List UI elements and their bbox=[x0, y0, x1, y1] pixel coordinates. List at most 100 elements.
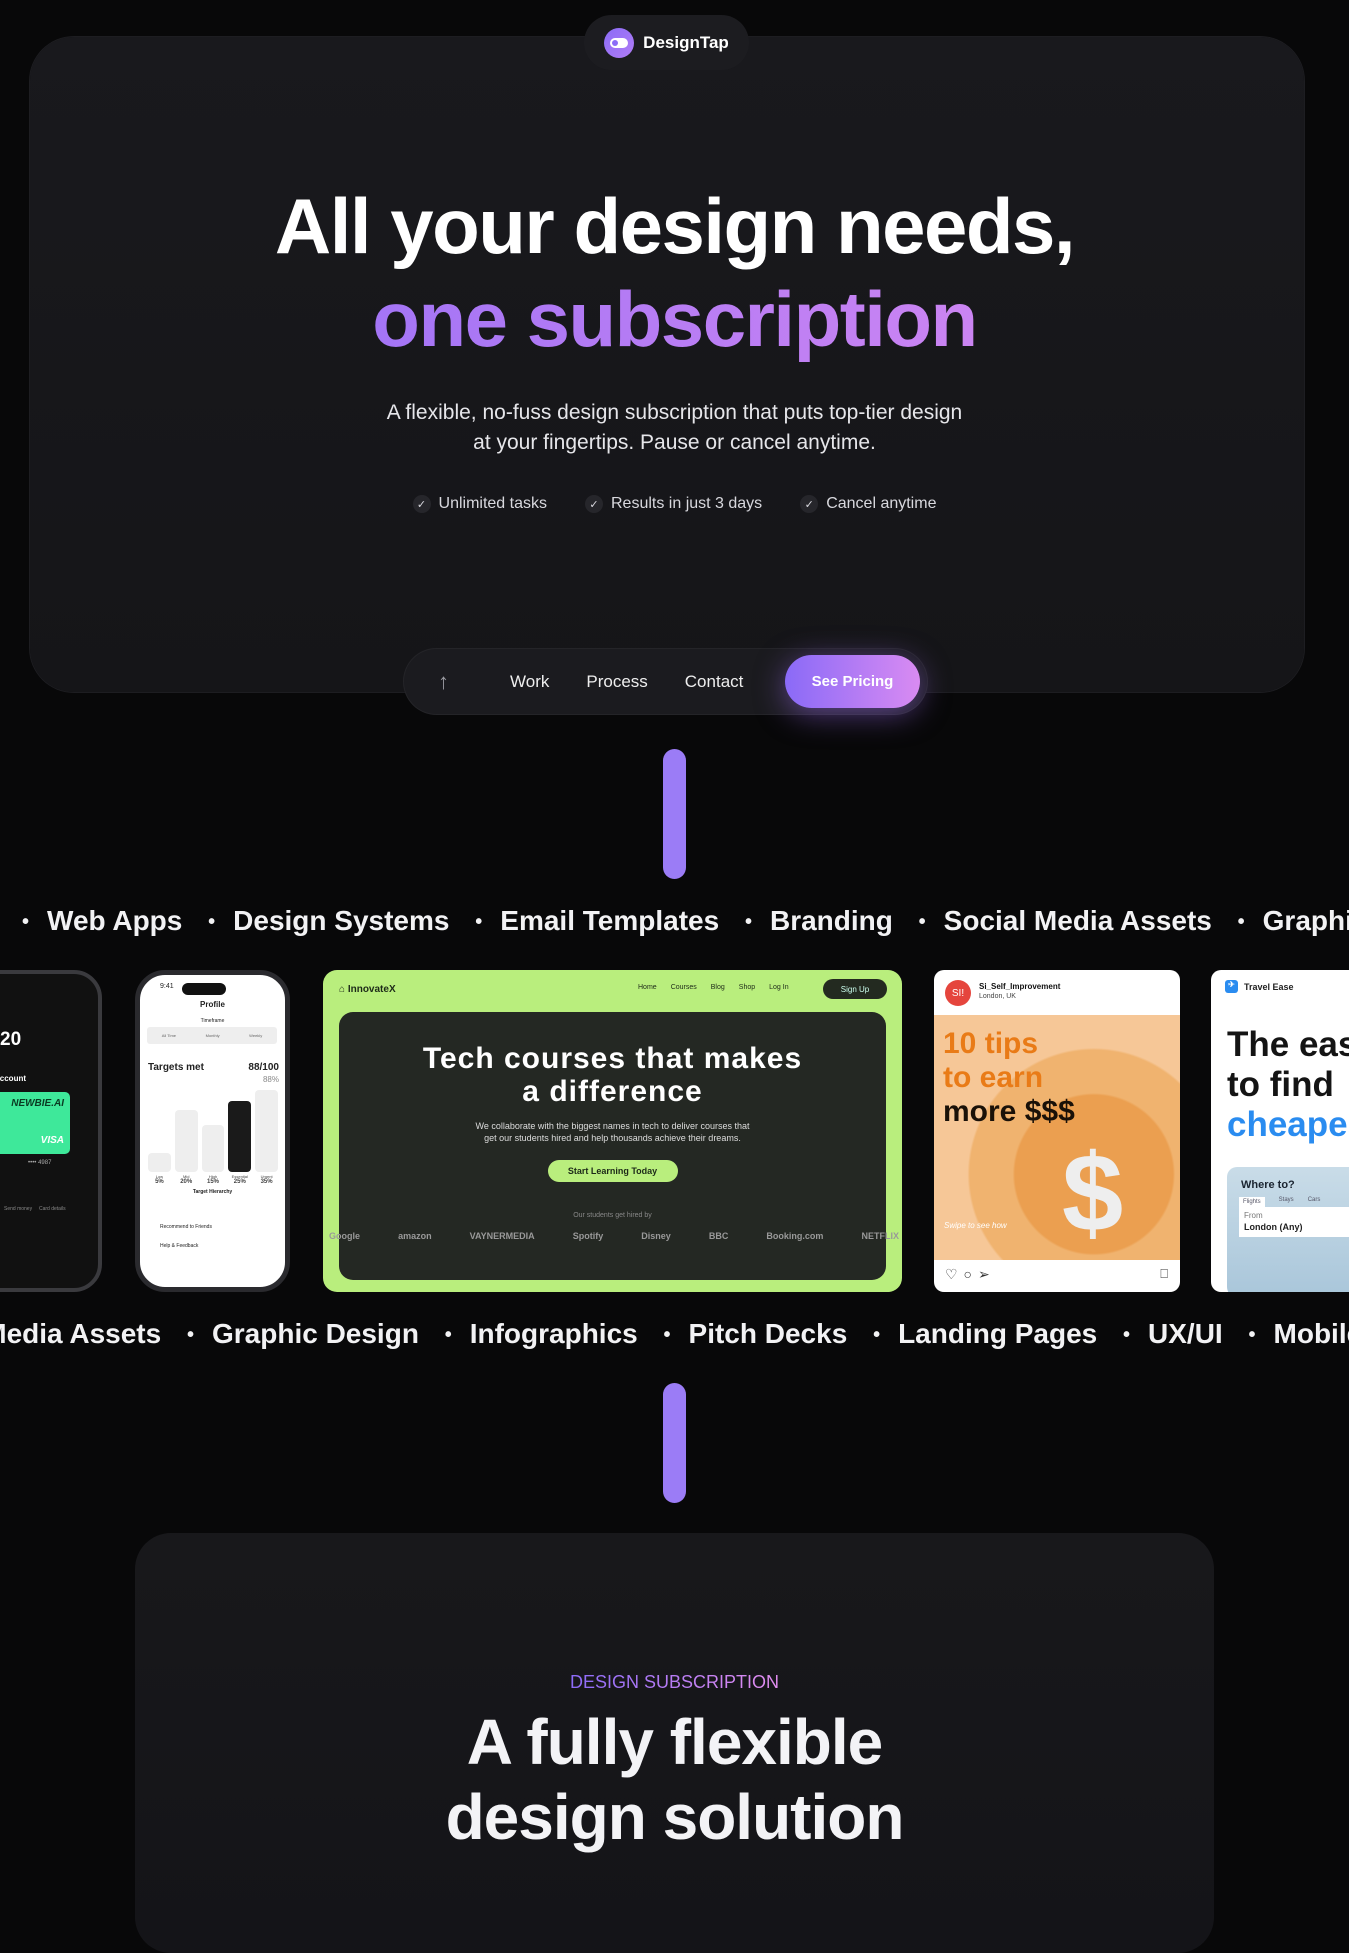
tab[interactable]: Cars bbox=[1308, 1197, 1321, 1207]
hero-title-line2: one subscription bbox=[0, 273, 1349, 365]
hired-label: Our students get hired by bbox=[573, 1212, 652, 1219]
swipe-hint: Swipe to see how bbox=[944, 1221, 1007, 1230]
tab[interactable]: Monthly bbox=[206, 1033, 220, 1038]
divider-bar bbox=[663, 749, 686, 879]
bar-value: 35% bbox=[260, 1179, 273, 1185]
partner-logo: VAYNERMEDIA bbox=[469, 1231, 535, 1241]
credit-card: NEWBIE.AI VISA bbox=[0, 1092, 70, 1154]
showcase-phone-profile: 9:41 Profile Timeframe All Time Monthly We… bbox=[135, 970, 290, 1292]
chart-bar-group: Mid 20% bbox=[174, 1090, 198, 1185]
location: London, UK bbox=[979, 993, 1016, 1000]
help-link[interactable]: Help & Feedback bbox=[160, 1243, 198, 1249]
showcase-website: ⌂ InnovateX Home Courses Blog Shop Log In Si… bbox=[323, 970, 902, 1292]
metric-score: 88/100 bbox=[248, 1062, 279, 1073]
from-value: London (Any) bbox=[1244, 1222, 1303, 1232]
section-title-line: A fully flexible bbox=[466, 1706, 884, 1778]
travel-line: The easiest way bbox=[1227, 1025, 1349, 1064]
nav-contact[interactable]: Contact bbox=[685, 672, 744, 692]
from-field[interactable]: From London (Any) bbox=[1239, 1207, 1349, 1237]
tab[interactable]: Weekly bbox=[249, 1033, 262, 1038]
section-kicker: DESIGN SUBSCRIPTION bbox=[0, 1672, 1349, 1693]
recommend-link[interactable]: Recommend to Friends bbox=[160, 1224, 212, 1230]
web-menu: Home Courses Blog Shop Log In bbox=[638, 984, 789, 991]
see-pricing-button[interactable]: See Pricing bbox=[785, 655, 920, 708]
travel-brand-name: Travel Ease bbox=[1244, 981, 1294, 992]
marquee-item: Pitch Decks bbox=[688, 1318, 848, 1349]
username: Si_Self_Improvement bbox=[979, 982, 1061, 991]
travel-line: to find bbox=[1227, 1065, 1334, 1104]
travel-brand: ✈ Travel Ease bbox=[1225, 980, 1294, 993]
travel-tabs: Flights Stays Cars bbox=[1239, 1197, 1349, 1207]
web-menu-item[interactable]: Home bbox=[638, 984, 657, 991]
marquee-item: Web Apps bbox=[47, 905, 183, 936]
travel-line: cheapest bbox=[1227, 1105, 1349, 1144]
bookmark-icon[interactable]: ⎕ bbox=[1160, 1266, 1168, 1282]
tab[interactable]: Flights bbox=[1239, 1197, 1265, 1207]
card-details[interactable]: Card details bbox=[39, 1206, 66, 1212]
chart-bar bbox=[201, 1124, 225, 1172]
chart-bar-group: Urgent 35% bbox=[255, 1090, 278, 1185]
post-actions[interactable]: ♡○➢ bbox=[945, 1266, 996, 1283]
partner-logo: NETFLIX bbox=[861, 1231, 900, 1241]
web-menu-item[interactable]: Courses bbox=[671, 984, 697, 991]
send-money[interactable]: Send money bbox=[4, 1206, 32, 1212]
feature-label: Unlimited tasks bbox=[438, 495, 547, 512]
web-brand-name: InnovateX bbox=[347, 984, 396, 995]
where-label: Where to? bbox=[1241, 1179, 1295, 1191]
chart-bar-label: Essential 25% bbox=[232, 1174, 248, 1185]
subtitle-line: A flexible, no-fuss design subscription … bbox=[386, 401, 963, 424]
chart-bar bbox=[228, 1100, 252, 1172]
nav-process[interactable]: Process bbox=[586, 672, 647, 692]
section-title: A fully flexible design solution bbox=[0, 1705, 1349, 1855]
dollar-icon: $ bbox=[1062, 1132, 1124, 1255]
dynamic-island bbox=[182, 983, 226, 995]
services-marquee-top: • Web Apps • Design Systems • Email Templat… bbox=[0, 905, 1349, 937]
check-icon: ✓ bbox=[800, 495, 819, 513]
partner-logo: Spotify bbox=[572, 1231, 604, 1241]
web-menu-item[interactable]: Shop bbox=[739, 984, 755, 991]
card-name: NEWBIE.AI bbox=[11, 1098, 64, 1109]
chart-bar-group: Essential 25% bbox=[228, 1090, 252, 1185]
chart-bar-label: Mid 20% bbox=[180, 1174, 192, 1185]
account-label: Account bbox=[0, 1074, 26, 1083]
tab[interactable]: Stays bbox=[1279, 1197, 1294, 1207]
tab[interactable]: All Time bbox=[162, 1033, 176, 1038]
chart-bar bbox=[148, 1153, 171, 1172]
bar-value: 5% bbox=[155, 1179, 164, 1185]
screen-title: Profile bbox=[200, 1000, 225, 1009]
web-menu-item[interactable]: Log In bbox=[769, 984, 788, 991]
post-line: more $$$ bbox=[943, 1095, 1075, 1128]
nav-work[interactable]: Work bbox=[510, 672, 549, 692]
bar-value: 20% bbox=[180, 1179, 193, 1185]
marquee-item: Mobile Apps bbox=[1273, 1318, 1349, 1349]
timeframe-tabs[interactable]: All Time Monthly Weekly bbox=[147, 1027, 277, 1044]
arrow-up-icon[interactable]: ↑ bbox=[438, 669, 462, 695]
post-line: 10 tips bbox=[943, 1027, 1039, 1060]
travel-headline: The easiest wayto findcheapest bbox=[1227, 1025, 1349, 1145]
marquee-item: Email Templates bbox=[500, 905, 720, 936]
partner-logo: Google bbox=[329, 1231, 360, 1241]
marquee-item: Design Systems bbox=[233, 905, 450, 936]
feature-item: ✓ Unlimited tasks bbox=[412, 495, 547, 513]
feature-label: Results in just 3 days bbox=[611, 495, 763, 512]
marquee-item: Branding bbox=[769, 905, 893, 936]
marquee-item: Social Media Assets bbox=[0, 1318, 162, 1349]
web-signup-button[interactable]: Sign Up bbox=[823, 979, 887, 999]
chart-bar bbox=[255, 1090, 278, 1172]
card-brand: VISA bbox=[40, 1135, 64, 1146]
partner-logo: amazon bbox=[398, 1231, 432, 1241]
chart-bar-group: Low 5% bbox=[148, 1090, 171, 1185]
web-menu-item[interactable]: Blog bbox=[711, 984, 725, 991]
logo[interactable]: DesignTap bbox=[584, 15, 749, 70]
balance: 20 bbox=[0, 1029, 22, 1050]
web-body-line: get our students hired and help thousand… bbox=[484, 1133, 741, 1143]
from-label: From bbox=[1244, 1211, 1263, 1220]
feature-item: ✓ Cancel anytime bbox=[800, 495, 936, 513]
post-line: to earn bbox=[943, 1061, 1044, 1094]
web-brand: ⌂ InnovateX bbox=[339, 984, 396, 995]
plane-icon: ✈ bbox=[1225, 980, 1238, 993]
toggle-icon bbox=[604, 27, 635, 58]
web-cta-button[interactable]: Start Learning Today bbox=[547, 1160, 678, 1182]
kicker-text: DESIGN SUBSCRIPTION bbox=[569, 1672, 780, 1692]
showcase-travel-app: ✈ Travel Ease The easiest wayto findcheap… bbox=[1211, 970, 1349, 1292]
